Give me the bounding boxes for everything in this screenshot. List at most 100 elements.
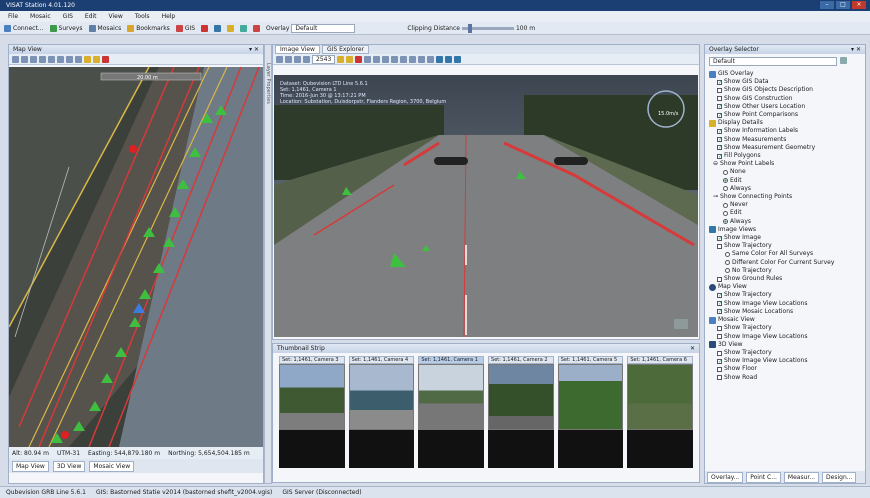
tool-icon[interactable] [427, 55, 435, 63]
radio-item[interactable]: None [709, 168, 861, 176]
checkbox[interactable]: ✓ [717, 293, 722, 299]
radio-item[interactable]: Edit [709, 177, 861, 185]
checkbox[interactable] [717, 366, 722, 372]
thumbnail-item[interactable]: Set: 1,1461, Camera 4 [348, 356, 415, 468]
tool-icon[interactable] [373, 55, 381, 63]
checkbox[interactable] [717, 88, 722, 93]
tree-item[interactable]: ✓ Show Point Comparisons [709, 111, 861, 119]
tab-design[interactable]: Design... [822, 471, 857, 483]
tree-item[interactable]: ✓ Show Information Labels [709, 127, 861, 135]
checkbox[interactable]: ✓ [717, 79, 722, 85]
tree-item[interactable]: ✓ Show Image View Locations [709, 300, 861, 308]
tool-icon[interactable] [66, 55, 73, 63]
tree-group[interactable]: Display Details [709, 119, 861, 127]
radio[interactable] [725, 252, 730, 258]
frame-field[interactable]: 2543 [312, 54, 336, 64]
tree-group[interactable]: Map View [709, 283, 861, 291]
checkbox[interactable]: ✓ [717, 153, 722, 159]
bookmarks-button[interactable]: Bookmarks [127, 24, 170, 32]
pin-icon[interactable]: ▾ ✕ [851, 46, 861, 53]
tool-icon[interactable] [391, 55, 399, 63]
tool-icon[interactable] [400, 55, 408, 63]
tree-group[interactable]: GIS Overlay [709, 70, 861, 78]
tree-item[interactable]: Show Floor [709, 365, 861, 373]
tool-icon[interactable] [75, 55, 82, 63]
overlay-profile-select[interactable]: Default [709, 57, 837, 66]
tree-group[interactable]: 3D View [709, 341, 861, 349]
checkbox[interactable] [717, 96, 722, 102]
tree-item[interactable]: Show Trajectory [709, 324, 861, 332]
tree-item[interactable]: ✓ Show Image View Locations [709, 357, 861, 365]
checkbox[interactable]: ✓ [717, 129, 722, 135]
tool-icon[interactable] [214, 24, 222, 32]
thumbnail-item[interactable]: Set: 1,1461, Camera 1 [418, 356, 485, 468]
checkbox[interactable] [717, 325, 722, 331]
tool-icon[interactable] [48, 55, 55, 63]
radio-item[interactable]: Never [709, 201, 861, 209]
street-image[interactable]: 15.0m/s Dataset: Qubevision LTD Line 5.6… [274, 75, 698, 337]
checkbox[interactable] [717, 243, 722, 249]
tab-3d-view[interactable]: 3D View [52, 460, 86, 472]
tool-icon[interactable] [382, 55, 390, 63]
tool-icon[interactable] [303, 55, 310, 63]
tree-item[interactable]: ✓ Show Measurement Geometry [709, 144, 861, 152]
tool-icon[interactable] [12, 55, 19, 63]
tree-item[interactable]: ✓ Show Mosaic Locations [709, 308, 861, 316]
tab-overlay[interactable]: Overlay... [707, 471, 744, 483]
menu-mosaic[interactable]: Mosaic [30, 13, 51, 20]
tree-group[interactable]: ⊖ Show Point Labels [709, 160, 861, 168]
radio-item[interactable]: Always [709, 218, 861, 226]
radio[interactable] [723, 170, 728, 176]
radio[interactable] [723, 186, 728, 192]
tool-icon[interactable] [102, 55, 109, 63]
menu-view[interactable]: View [109, 13, 123, 20]
tree-item[interactable]: Show Trajectory [709, 349, 861, 357]
tool-icon[interactable] [276, 55, 283, 63]
layer-properties-collapsed[interactable]: Layer Properties [264, 44, 272, 484]
tool-icon[interactable] [30, 55, 37, 63]
checkbox[interactable]: ✓ [717, 145, 722, 151]
radio-item[interactable]: Edit [709, 209, 861, 217]
tree-item[interactable]: ✓ Fill Polygons [709, 152, 861, 160]
tree-group[interactable]: Image Views [709, 226, 861, 234]
checkbox[interactable]: ✓ [717, 358, 722, 364]
tab-gis-explorer[interactable]: GIS Explorer [321, 45, 370, 54]
connect-button[interactable]: Connect... [4, 24, 44, 32]
maximize-button[interactable]: □ [836, 1, 850, 9]
tree-item[interactable]: ✓ Show Measurements [709, 136, 861, 144]
checkbox[interactable] [717, 334, 722, 340]
close-icon[interactable]: ✕ [690, 345, 695, 352]
mosaics-button[interactable]: Mosaics [88, 24, 121, 32]
radio[interactable] [725, 268, 730, 274]
slider-thumb[interactable] [467, 23, 472, 33]
tool-icon[interactable] [364, 55, 372, 63]
tool-icon[interactable] [409, 55, 417, 63]
pin-icon[interactable]: ▾ ✕ [249, 46, 259, 53]
radio[interactable] [723, 202, 728, 208]
radio-item[interactable]: Always [709, 185, 861, 193]
menu-tools[interactable]: Tools [135, 13, 150, 20]
tool-icon[interactable] [253, 24, 261, 32]
menu-gis[interactable]: GIS [63, 13, 73, 20]
save-icon[interactable] [840, 57, 847, 64]
thumbnail-item[interactable]: Set: 1,1461, Camera 5 [557, 356, 624, 468]
tool-icon[interactable] [93, 55, 100, 63]
radio-item[interactable]: Same Color For All Surveys [709, 250, 861, 258]
checkbox[interactable] [717, 276, 722, 282]
thumbnail-item[interactable]: Set: 1,1461, Camera 3 [279, 356, 345, 468]
tab-measure[interactable]: Measur... [783, 471, 820, 483]
tool-icon[interactable] [21, 55, 28, 63]
tree-item[interactable]: ✓ Show Other Users Location [709, 103, 861, 111]
overlay-select[interactable]: Default [291, 23, 356, 33]
thumbnail-item[interactable]: Set: 1,1461, Camera 2 [488, 356, 554, 468]
checkbox[interactable]: ✓ [717, 104, 722, 110]
tree-item[interactable]: ✓ Show GIS Data [709, 78, 861, 86]
map-canvas[interactable]: 20.00 m [9, 67, 263, 447]
radio[interactable] [723, 211, 728, 217]
tree-group[interactable]: Show Trajectory [709, 242, 861, 250]
radio[interactable] [725, 260, 730, 266]
tool-icon[interactable] [436, 55, 444, 63]
tool-icon[interactable] [285, 55, 292, 63]
checkbox[interactable] [717, 350, 722, 356]
gis-button[interactable]: GIS [175, 24, 195, 32]
